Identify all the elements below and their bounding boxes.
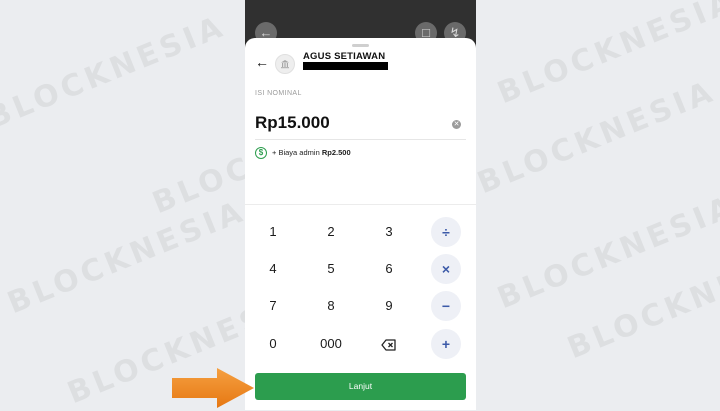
- watermark-1: BLOCKNESIA: [0, 8, 231, 137]
- key-1[interactable]: 1: [253, 222, 293, 242]
- phone-screen: ← □ ↯ ← AGUS SETIAWAN ISI NOMINAL Rp15.0…: [245, 0, 476, 410]
- amount-label: ISI NOMINAL: [255, 90, 302, 97]
- minus-button[interactable]: −: [431, 291, 461, 321]
- watermark-6: BLOCKNESIA: [472, 73, 720, 202]
- key-8[interactable]: 8: [311, 296, 351, 316]
- divider: [255, 139, 466, 140]
- key-9[interactable]: 9: [369, 296, 409, 316]
- amount-input[interactable]: Rp15.000: [255, 113, 330, 133]
- keypad-divider: [245, 204, 476, 205]
- continue-button[interactable]: Lanjut: [255, 373, 466, 400]
- multiply-button[interactable]: ×: [431, 254, 461, 284]
- recipient-name: AGUS SETIAWAN: [303, 51, 386, 62]
- back-arrow-icon[interactable]: ←: [255, 54, 269, 70]
- pointer-arrow-icon: [172, 368, 254, 408]
- bottom-sheet: ← AGUS SETIAWAN ISI NOMINAL Rp15.000 ✕ $…: [245, 38, 476, 410]
- redacted-account: [303, 62, 388, 70]
- watermark-5: BLOCKNESIA: [492, 0, 720, 112]
- divide-button[interactable]: ÷: [431, 217, 461, 247]
- fee-value: Rp2.500: [321, 148, 351, 157]
- fee-text: + Biaya admin Rp2.500: [272, 148, 351, 157]
- key-2[interactable]: 2: [311, 222, 351, 242]
- key-4[interactable]: 4: [253, 259, 293, 279]
- watermark-7: BLOCKNESIA: [492, 188, 720, 317]
- backspace-icon[interactable]: [369, 334, 409, 354]
- key-7[interactable]: 7: [253, 296, 293, 316]
- bank-icon: [275, 54, 295, 74]
- status-area: [245, 0, 476, 40]
- watermark-8: BLOCKNESIA: [562, 238, 720, 367]
- fee-prefix: + Biaya admin: [272, 148, 320, 157]
- key-000[interactable]: 000: [311, 334, 351, 354]
- key-0[interactable]: 0: [253, 334, 293, 354]
- key-5[interactable]: 5: [311, 259, 351, 279]
- key-6[interactable]: 6: [369, 259, 409, 279]
- watermark-2: BLOCKNESIA: [2, 193, 251, 322]
- plus-button[interactable]: +: [431, 329, 461, 359]
- key-3[interactable]: 3: [369, 222, 409, 242]
- clear-icon[interactable]: ✕: [452, 120, 461, 129]
- sheet-handle[interactable]: [352, 44, 369, 47]
- fee-icon: $: [255, 147, 267, 159]
